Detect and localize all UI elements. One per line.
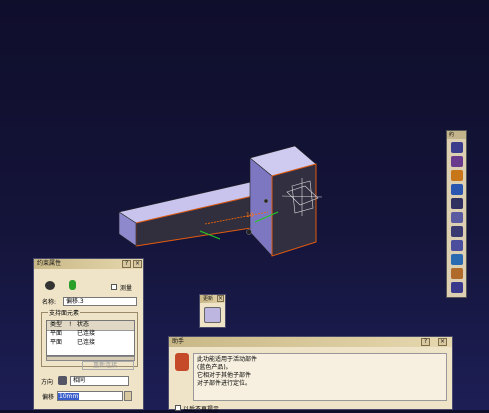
dimension-label: 10 [246,212,254,219]
col-status: 状态 [77,321,90,328]
direction-label: 方向 [41,379,54,386]
measure-checkbox[interactable] [111,284,117,290]
col-type: 类型 [50,321,63,328]
assistant-line-4: 对子部件进行定位。 [197,380,252,387]
name-field[interactable]: 偏移.3 [63,297,137,306]
angle-icon[interactable] [451,198,463,209]
block-front-face [271,163,317,257]
update-toolbar-close-icon[interactable]: × [217,295,224,302]
quick-constraint-icon[interactable] [451,240,463,251]
assistant-line-1: 此功能适用于活动部件 [197,356,258,363]
row-2-type[interactable]: 平面 [50,339,62,347]
offset-field[interactable]: 10mm [57,391,123,401]
measure-label: 测量 [120,285,133,292]
right-toolbar[interactable]: 约 [446,130,467,298]
assistant-line-2: (蓝色产品)。 [197,364,232,371]
update-toolbar-title: 更新 [203,296,214,302]
support-elements-table[interactable]: 类型 ! 状态 平面 已连接 平面 已连接 [46,320,135,356]
direction-select[interactable]: 相同 [70,376,129,386]
row-2-status[interactable]: 已连接 [77,339,95,347]
assistant-title: 助手 [172,338,185,345]
name-label: 名称: [42,299,57,306]
fix-together-icon[interactable] [451,226,463,237]
update-icon[interactable] [204,307,221,323]
reuse-pattern-icon[interactable] [451,282,463,293]
flexible-icon[interactable] [451,254,463,265]
assistant-help-icon[interactable]: ? [421,338,430,346]
row-1-status[interactable]: 已连接 [77,330,95,338]
constraint-dialog-title: 约束属性 [37,260,62,267]
contact-icon[interactable] [451,170,463,181]
reconnect-button-label: 重新连接... [93,362,123,369]
help-icon[interactable]: ? [122,260,131,268]
direction-value: 相同 [73,377,86,384]
dont-show-label: 以后不再提示 [183,406,220,413]
coincidence-icon[interactable] [451,156,463,167]
offset-icon[interactable] [451,184,463,195]
assistant-close-icon[interactable]: × [438,338,447,346]
constraint-type-icon [45,281,55,290]
col-flag: ! [69,321,72,328]
status-light-icon [69,280,76,290]
assistant-dialog: 助手 ? × 此功能适用于活动部件 (蓝色产品)。 它相对于其他子部件 对子部件… [168,336,453,413]
offset-label: 偏移 [42,394,55,401]
row-1-type[interactable]: 平面 [50,330,62,338]
offset-value: 10mm [58,393,80,400]
change-constraint-icon[interactable] [451,268,463,279]
close-icon[interactable]: × [133,260,142,268]
fix-icon[interactable] [451,212,463,223]
right-toolbar-title: 约 [447,131,466,139]
offset-spinner[interactable] [124,391,132,401]
constraint-properties-dialog: 约束属性 ? × 测量 名称: 偏移.3 支持面元素 类型 ! 状态 平面 已连… [33,258,144,410]
move-icon[interactable] [451,142,463,153]
reconnect-button[interactable]: 重新连接... [82,361,134,370]
assistant-titlebar[interactable]: 助手 ? × [169,337,452,347]
support-elements-title: 支持面元素 [48,308,81,317]
update-toolbar-titlebar[interactable]: 更新 × [200,295,225,303]
dont-show-checkbox[interactable] [175,405,181,411]
assistant-message-box: 此功能适用于活动部件 (蓝色产品)。 它相对于其他子部件 对子部件进行定位。 [193,353,447,401]
assistant-line-3: 它相对于其他子部件 [197,372,252,379]
constraint-dialog-titlebar[interactable]: 约束属性 ? × [34,259,143,269]
part-block[interactable] [249,145,317,257]
assistant-robot-icon [175,353,189,371]
update-mini-toolbar: 更新 × [199,294,226,328]
direction-icon [58,376,67,385]
